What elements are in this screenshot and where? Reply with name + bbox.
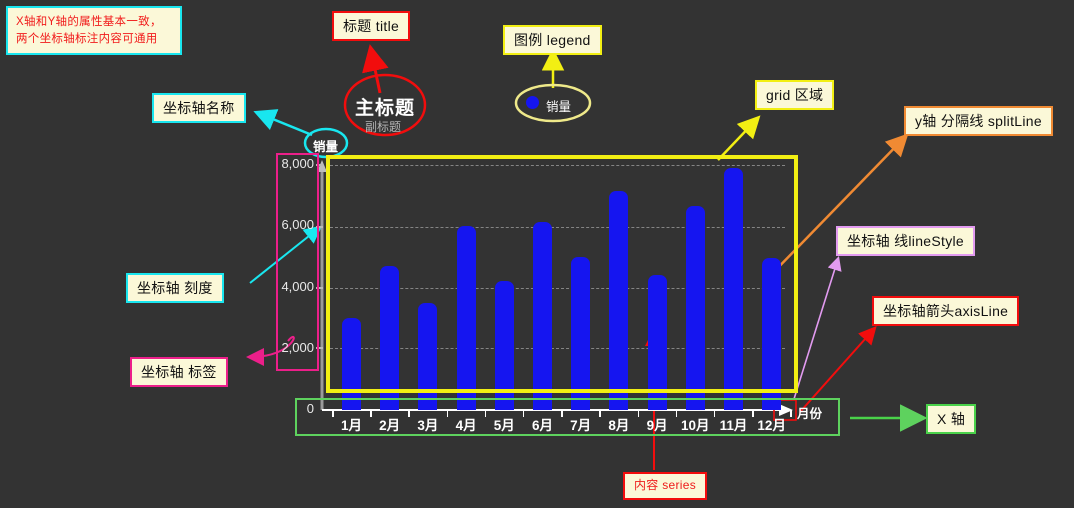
callout-axis-name: 坐标轴名称 — [152, 93, 246, 124]
legend-label-sales[interactable]: 销量 — [546, 96, 571, 115]
callout-note: X轴和Y轴的属性基本一致， 两个坐标轴标注内容可通用 — [6, 6, 182, 56]
callout-series: 内容 series — [623, 472, 708, 500]
connector-grid-area — [717, 115, 761, 161]
callout-axis-arrow: 坐标轴箭头axisLine — [872, 296, 1020, 327]
y-axis-label-highlight-box — [276, 153, 319, 371]
callout-y-splitline: y轴 分隔线 splitLine — [904, 106, 1053, 137]
callout-legend: 图例 legend — [503, 25, 602, 56]
callout-grid-area: grid 区域 — [755, 80, 835, 111]
callout-x-axis: X 轴 — [926, 404, 977, 435]
chart-title: 主标题 — [355, 98, 416, 119]
x-axis-highlight-box — [295, 398, 840, 436]
note-line-2: 两个坐标轴标注内容可通用 — [16, 32, 158, 45]
chart-subtitle: 副标题 — [365, 120, 402, 134]
callout-axis-tick: 坐标轴 刻度 — [126, 273, 224, 304]
connector-title — [362, 44, 389, 94]
annotated-chart-diagram: 8,000 6,000 4,000 2,000 0 1月 2月 3月 4月 5月 6月 7月 8月 9月… — [0, 0, 1074, 508]
note-line-1: X轴和Y轴的属性基本一致， — [16, 16, 162, 28]
callout-axis-label: 坐标轴 标签 — [130, 357, 228, 388]
grid-area-highlight-box — [326, 155, 798, 393]
callout-axis-linestyle: 坐标轴 线lineStyle — [836, 226, 976, 257]
callout-title: 标题 title — [332, 11, 411, 42]
connector-axis-name — [253, 109, 313, 137]
connector-linestyle — [793, 255, 842, 400]
legend-color-swatch — [526, 96, 539, 109]
